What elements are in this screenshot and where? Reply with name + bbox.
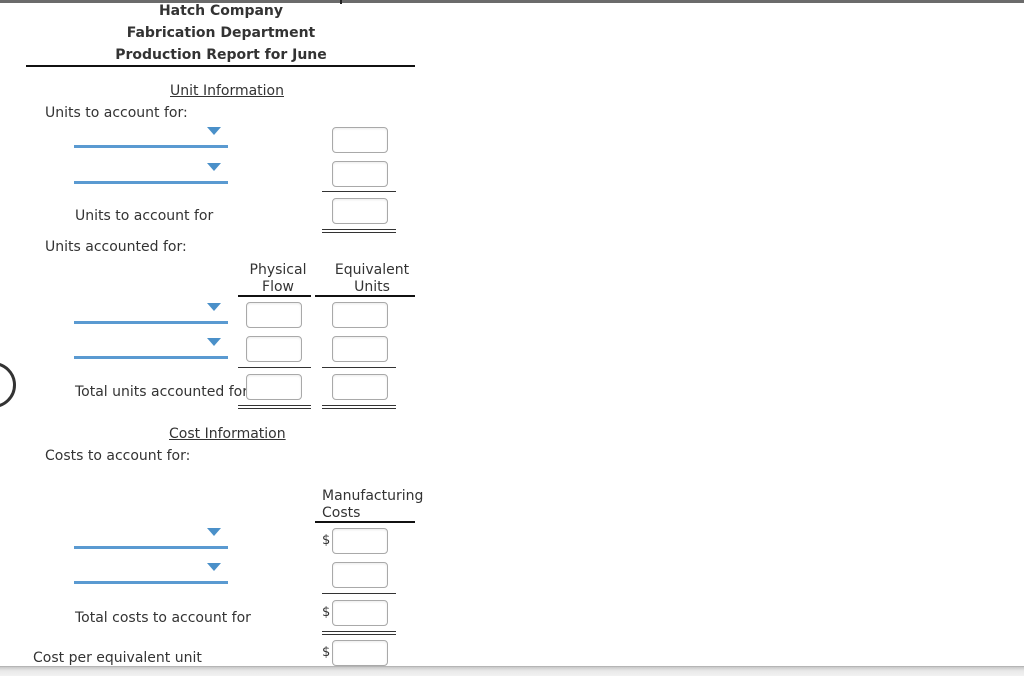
chevron-down-icon	[207, 528, 221, 536]
chevron-down-icon	[207, 303, 221, 311]
manufacturing-costs-subtotal-rule	[322, 593, 396, 594]
manufacturing-costs-input-2[interactable]	[332, 562, 388, 588]
manufacturing-costs-header-rule	[315, 521, 415, 523]
dollar-sign: $	[322, 645, 331, 660]
physical-flow-header-line2: Flow	[262, 279, 294, 295]
cost-per-equivalent-unit-input[interactable]	[332, 640, 388, 666]
physical-flow-header-rule	[238, 295, 311, 297]
total-units-accounted-for-label: Total units accounted for	[75, 384, 248, 400]
costs-to-account-for-dropdown-1[interactable]	[74, 525, 228, 549]
chevron-down-icon	[207, 163, 221, 171]
dropdown-underline	[74, 181, 228, 184]
cost-information-link[interactable]: Cost Information	[169, 426, 286, 442]
costs-to-account-for-dropdown-2[interactable]	[74, 560, 228, 584]
units-accounted-for-heading: Units accounted for:	[45, 239, 187, 255]
physical-flow-input-2[interactable]	[246, 336, 302, 362]
units-to-account-for-input-2[interactable]	[332, 161, 388, 187]
dropdown-underline	[74, 581, 228, 584]
manufacturing-costs-header: Manufacturing Costs	[322, 488, 423, 522]
chevron-down-icon	[207, 338, 221, 346]
manufacturing-costs-input-1[interactable]	[332, 528, 388, 554]
dropdown-underline	[74, 145, 228, 148]
total-equivalent-units-input[interactable]	[332, 374, 388, 400]
equivalent-units-header-line2: Units	[354, 279, 390, 295]
units-to-account-for-total-input[interactable]	[332, 198, 388, 224]
units-to-account-for-dropdown-1[interactable]	[74, 124, 228, 148]
units-accounted-for-dropdown-2[interactable]	[74, 335, 228, 359]
subtotal-rule	[322, 191, 396, 192]
total-costs-double-rule	[322, 631, 396, 635]
company-name: Hatch Company	[158, 3, 284, 19]
header-rule	[26, 65, 415, 67]
dollar-sign: $	[322, 605, 331, 620]
physical-flow-input-1[interactable]	[246, 302, 302, 328]
units-to-account-for-dropdown-2[interactable]	[74, 160, 228, 184]
dropdown-underline	[74, 356, 228, 359]
physical-flow-header-line1: Physical	[249, 262, 307, 278]
dropdown-underline	[74, 546, 228, 549]
equivalent-units-total-double-rule	[322, 405, 396, 409]
units-to-account-for-heading: Units to account for:	[45, 105, 188, 121]
equivalent-units-header-line1: Equivalent	[334, 262, 410, 278]
total-physical-flow-input[interactable]	[246, 374, 302, 400]
physical-flow-header: Physical Flow	[240, 262, 316, 296]
report-title: Production Report for June	[115, 47, 327, 63]
manufacturing-costs-header-line2: Costs	[322, 505, 361, 521]
unit-information-link[interactable]: Unit Information	[170, 83, 284, 99]
total-costs-input[interactable]	[332, 600, 388, 626]
units-to-account-for-input-1[interactable]	[332, 127, 388, 153]
dollar-sign: $	[322, 533, 331, 548]
side-circle-icon[interactable]	[0, 362, 16, 408]
equivalent-units-header: Equivalent Units	[322, 262, 422, 296]
units-accounted-for-dropdown-1[interactable]	[74, 300, 228, 324]
physical-flow-subtotal-rule	[238, 367, 311, 368]
equivalent-units-input-1[interactable]	[332, 302, 388, 328]
dropdown-underline	[74, 321, 228, 324]
physical-flow-total-double-rule	[238, 405, 311, 409]
total-costs-to-account-for-label: Total costs to account for	[75, 610, 251, 626]
department-name: Fabrication Department	[126, 25, 316, 41]
chevron-down-icon	[207, 563, 221, 571]
equivalent-units-input-2[interactable]	[332, 336, 388, 362]
chevron-down-icon	[207, 127, 221, 135]
costs-to-account-for-heading: Costs to account for:	[45, 448, 191, 464]
total-double-rule	[322, 229, 396, 233]
units-to-account-for-total-label: Units to account for	[75, 208, 214, 224]
equivalent-units-subtotal-rule	[322, 367, 396, 368]
equivalent-units-header-rule	[315, 295, 415, 297]
manufacturing-costs-header-line1: Manufacturing	[322, 488, 424, 504]
cost-per-equivalent-unit-label: Cost per equivalent unit	[33, 650, 202, 666]
